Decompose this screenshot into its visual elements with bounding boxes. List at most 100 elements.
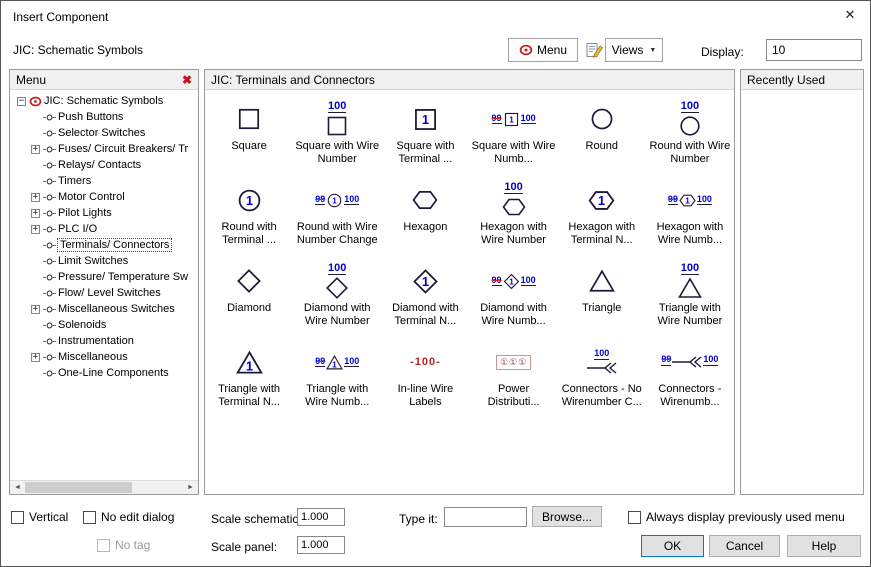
close-icon[interactable]: ✕ <box>840 7 860 25</box>
expand-box-icon[interactable]: + <box>31 144 40 154</box>
page-edit-icon <box>586 42 603 58</box>
tree-node-icon <box>43 257 56 266</box>
menu-panel-close-icon[interactable]: ✖ <box>182 73 192 87</box>
vertical-checkbox[interactable]: Vertical <box>11 510 68 524</box>
symbol-item[interactable]: 1 Square with Terminal ... <box>381 95 469 176</box>
expand-box-icon[interactable]: + <box>31 304 40 314</box>
tree-item[interactable]: Push Buttons <box>10 109 198 125</box>
symbol-item[interactable]: 99 100 Connectors - Wirenumb... <box>646 338 734 419</box>
scrollbar-thumb[interactable] <box>25 482 133 493</box>
hexagon-icon <box>412 179 438 221</box>
tree-item-label: Terminals/ Connectors <box>56 238 173 252</box>
connector-wire-icon: 100 <box>586 341 617 383</box>
scale-schematic-label: Scale schematic: <box>211 512 302 526</box>
tree-item[interactable]: Pressure/ Temperature Sw <box>10 269 198 285</box>
svg-text:1: 1 <box>332 196 337 205</box>
edit-menu-button[interactable] <box>582 39 606 61</box>
cancel-button[interactable]: Cancel <box>709 535 780 557</box>
svg-text:1: 1 <box>422 274 429 289</box>
scroll-left-icon[interactable]: ◄ <box>10 481 25 494</box>
symbol-item[interactable]: Square <box>205 95 293 176</box>
horizontal-scrollbar[interactable]: ◄ ► <box>10 480 198 494</box>
scale-panel-input[interactable] <box>297 536 345 554</box>
tree-item[interactable]: + Pilot Lights <box>10 205 198 221</box>
tree-item[interactable]: + PLC I/O <box>10 221 198 237</box>
views-button[interactable]: Views ▼ <box>605 38 663 62</box>
insert-component-dialog: Insert Component ✕ JIC: Schematic Symbol… <box>0 0 871 567</box>
type-it-input[interactable] <box>444 507 527 527</box>
tree-item[interactable]: + Fuses/ Circuit Breakers/ Tr <box>10 141 198 157</box>
browse-button[interactable]: Browse... <box>532 506 602 527</box>
symbol-item-label: Hexagon with Wire Number <box>480 221 547 246</box>
symbol-item-label: Square <box>231 140 267 152</box>
dialog-subtitle: JIC: Schematic Symbols <box>13 43 144 57</box>
menu-root-icon <box>29 96 42 107</box>
expand-box-icon[interactable]: + <box>31 224 40 234</box>
tree-item[interactable]: Flow/ Level Switches <box>10 285 198 301</box>
tree-item-label: Pressure/ Temperature Sw <box>58 271 189 283</box>
symbol-item[interactable]: 99 1 100 Triangle with Wire Numb... <box>293 338 381 419</box>
tree-item[interactable]: Limit Switches <box>10 253 198 269</box>
recently-used-title: Recently Used <box>747 72 826 87</box>
symbol-item[interactable]: 1 Hexagon with Terminal N... <box>558 176 646 257</box>
tree-node-icon <box>43 129 56 138</box>
scale-panel-label: Scale panel: <box>211 540 278 554</box>
tree-item[interactable]: Timers <box>10 173 198 189</box>
tree-item[interactable]: Selector Switches <box>10 125 198 141</box>
symbol-item[interactable]: 100 Hexagon with Wire Number <box>469 176 557 257</box>
expand-box-icon[interactable]: + <box>31 352 40 362</box>
tree-item[interactable]: Terminals/ Connectors <box>10 237 198 253</box>
symbol-item[interactable]: 1 Triangle with Terminal N... <box>205 338 293 419</box>
tree-item[interactable]: + Miscellaneous Switches <box>10 301 198 317</box>
scroll-right-icon[interactable]: ► <box>183 481 198 494</box>
tree-item[interactable]: Instrumentation <box>10 333 198 349</box>
tree-item[interactable]: + Miscellaneous <box>10 349 198 365</box>
symbol-item[interactable]: 99 1 100 Diamond with Wire Numb... <box>469 257 557 338</box>
tree-item[interactable]: − JIC: Schematic Symbols <box>10 93 198 109</box>
symbol-item[interactable]: 1 Diamond with Terminal N... <box>381 257 469 338</box>
tree-node-icon <box>43 113 56 122</box>
vertical-checkbox-box[interactable] <box>11 510 24 524</box>
tree-item[interactable]: One-Line Components <box>10 365 198 381</box>
symbol-item[interactable]: 100 Triangle with Wire Number <box>646 257 734 338</box>
symbol-item[interactable]: 100 Round with Wire Number <box>646 95 734 176</box>
tree-item-label: Selector Switches <box>58 127 146 139</box>
symbol-item[interactable]: Hexagon <box>381 176 469 257</box>
tree-item[interactable]: Relays/ Contacts <box>10 157 198 173</box>
symbol-item[interactable]: ①①① Power Distributi... <box>469 338 557 419</box>
symbol-item[interactable]: 1 Round with Terminal ... <box>205 176 293 257</box>
symbols-panel-title: JIC: Terminals and Connectors <box>211 72 375 87</box>
diamond-terminal-icon: 1 <box>412 260 439 302</box>
symbol-item[interactable]: Triangle <box>558 257 646 338</box>
always-display-checkbox[interactable]: Always display previously used menu <box>628 510 845 524</box>
display-input[interactable] <box>766 39 862 61</box>
symbol-item[interactable]: -100- In-line Wire Labels <box>381 338 469 419</box>
expand-box-icon[interactable]: + <box>31 192 40 202</box>
tree-item-label: Miscellaneous <box>58 351 128 363</box>
menu-button[interactable]: Menu <box>508 38 578 62</box>
symbol-item[interactable]: 99 1 100 Square with Wire Numb... <box>469 95 557 176</box>
tree-item-label: Push Buttons <box>58 111 124 123</box>
symbol-item-label: Triangle with Wire Number <box>657 302 723 327</box>
symbol-item[interactable]: 99 1 100 Hexagon with Wire Numb... <box>646 176 734 257</box>
ok-button[interactable]: OK <box>641 535 704 557</box>
symbol-item[interactable]: Round <box>558 95 646 176</box>
symbol-item[interactable]: 100 Connectors - No Wirenumber C... <box>558 338 646 419</box>
symbol-item[interactable]: 100 Diamond with Wire Number <box>293 257 381 338</box>
triangle-wire-icon: 100 <box>678 260 702 302</box>
always-display-checkbox-box[interactable] <box>628 510 641 524</box>
help-button[interactable]: Help <box>787 535 861 557</box>
symbol-item[interactable]: Diamond <box>205 257 293 338</box>
chevron-down-icon: ▼ <box>649 46 657 54</box>
collapse-box-icon[interactable]: − <box>17 96 26 106</box>
tree-item[interactable]: + Motor Control <box>10 189 198 205</box>
expand-box-icon[interactable]: + <box>31 208 40 218</box>
no-edit-dialog-checkbox[interactable]: No edit dialog <box>83 510 174 524</box>
scrollbar-track[interactable] <box>25 481 183 494</box>
symbol-item[interactable]: 100 Square with Wire Number <box>293 95 381 176</box>
symbol-item-label: Hexagon with Terminal N... <box>568 221 636 246</box>
scale-schematic-input[interactable] <box>297 508 345 526</box>
symbol-item[interactable]: 99 1 100 Round with Wire Number Change <box>293 176 381 257</box>
tree-item[interactable]: Solenoids <box>10 317 198 333</box>
no-edit-dialog-checkbox-box[interactable] <box>83 510 96 524</box>
